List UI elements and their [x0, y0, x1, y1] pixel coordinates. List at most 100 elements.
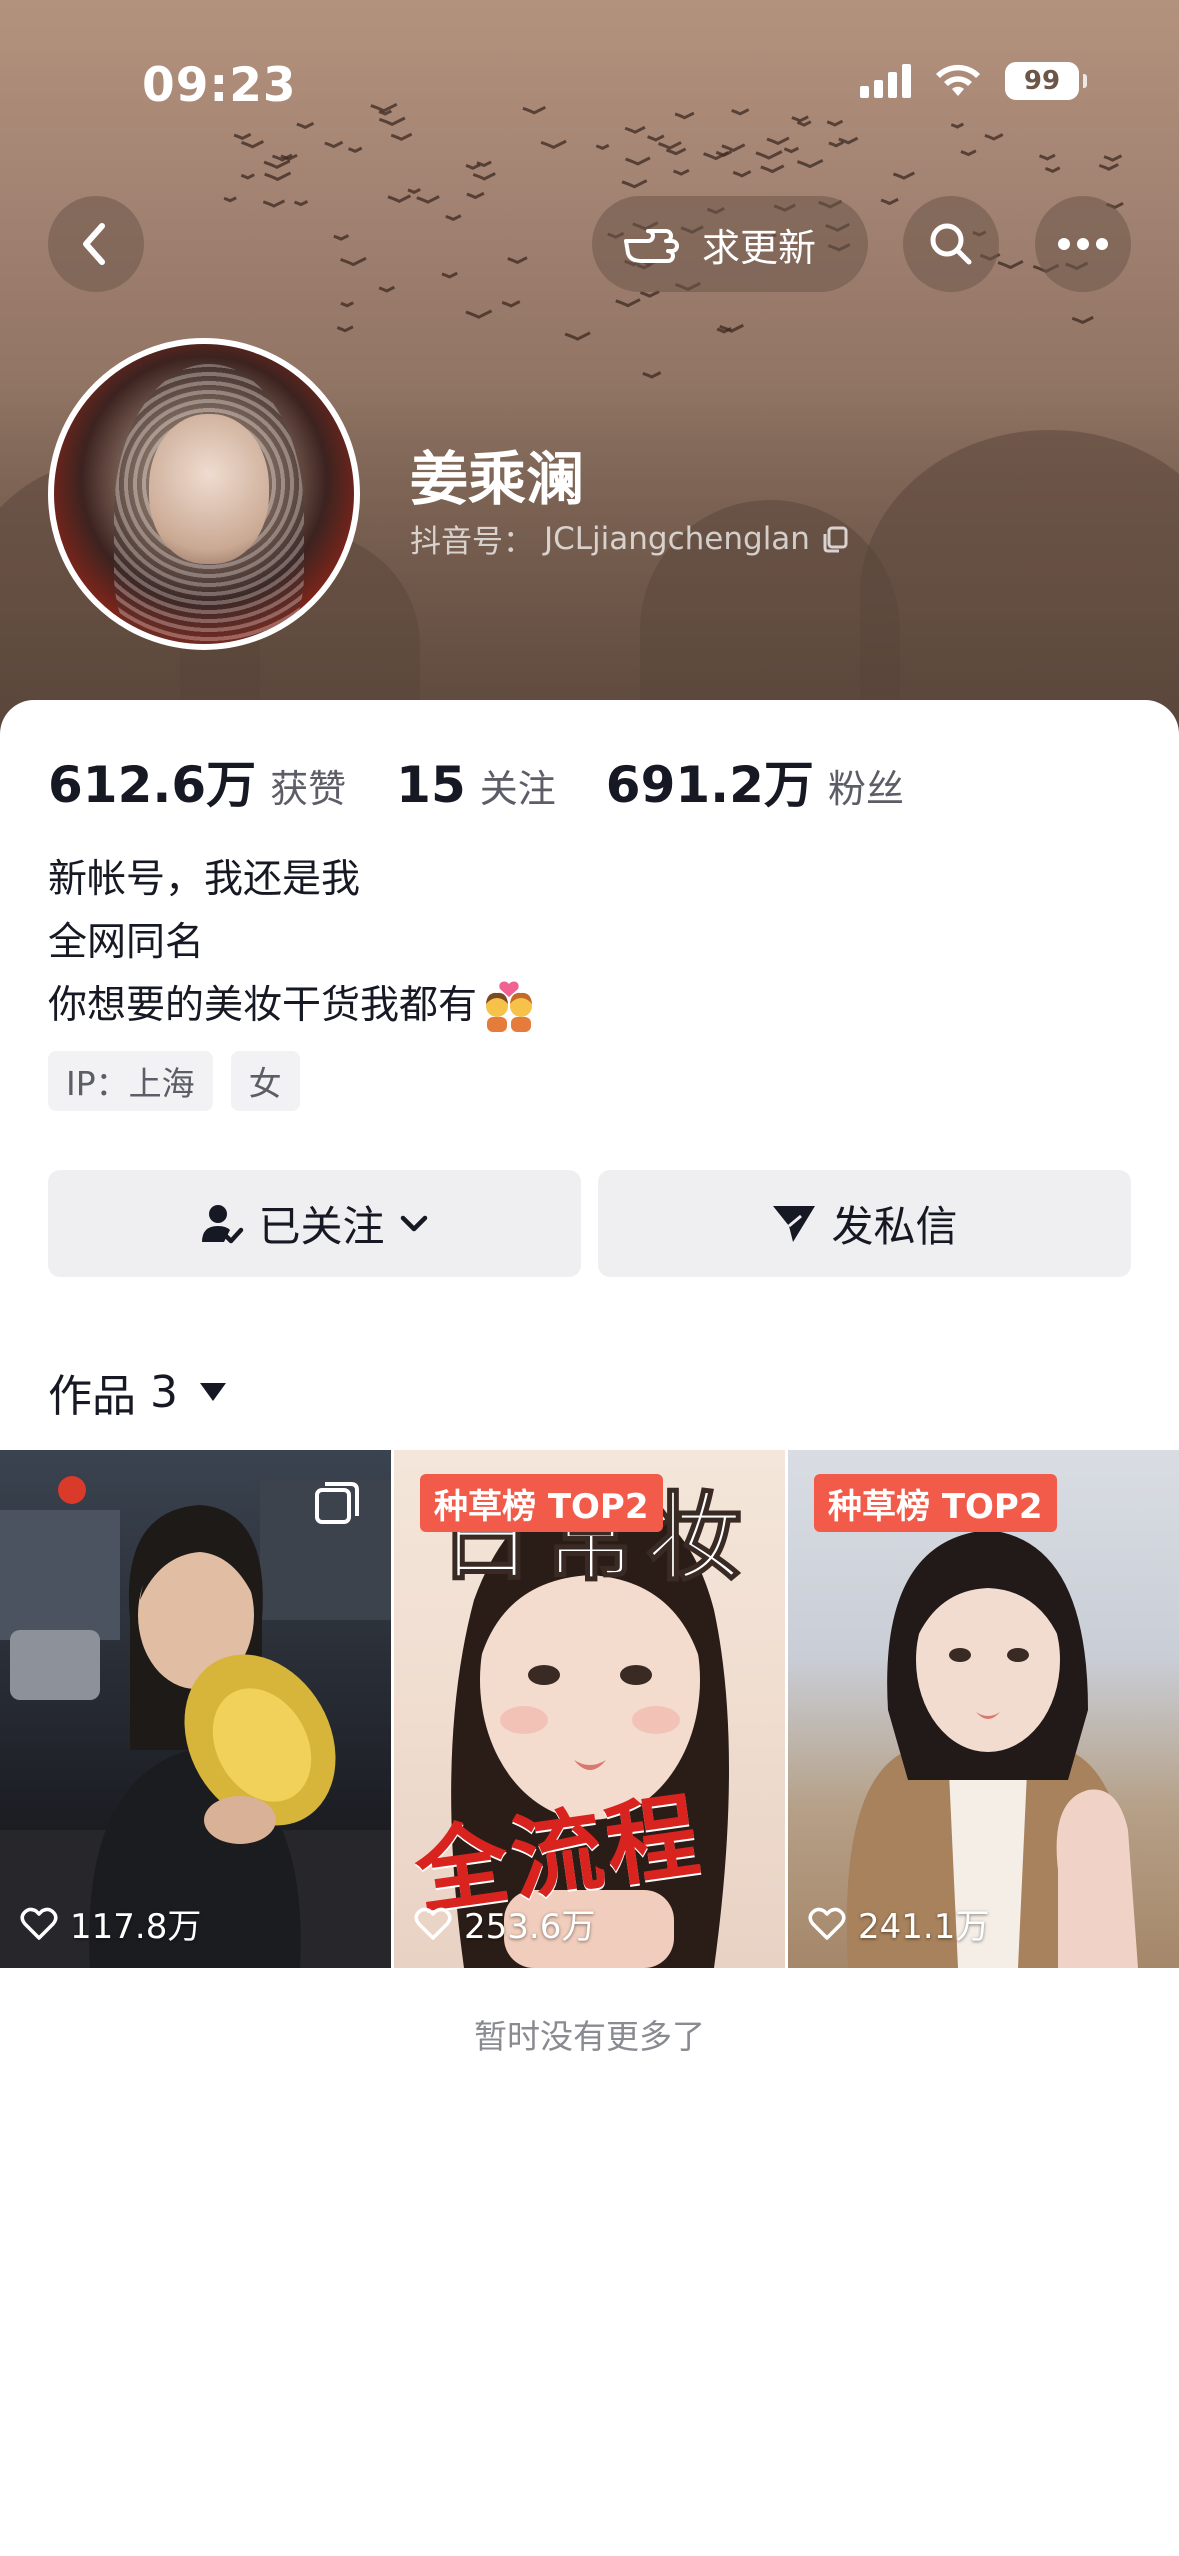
bird-silhouette — [658, 141, 682, 150]
likes-value: 117.8万 — [70, 1907, 202, 1947]
following-label: 关注 — [479, 767, 556, 811]
bird-silhouette — [595, 143, 610, 151]
bird-silhouette — [476, 160, 492, 168]
bird-silhouette — [370, 102, 398, 113]
couple-with-heart-emoji — [486, 981, 533, 1032]
search-icon — [930, 223, 972, 265]
bird-silhouette — [540, 139, 567, 150]
bird-silhouette — [731, 108, 750, 116]
bird-silhouette — [783, 146, 800, 154]
likes-value: 253.6万 — [464, 1907, 596, 1947]
works-label: 作品 — [48, 1371, 136, 1422]
profile-name: 姜乘澜 — [410, 445, 585, 513]
bird-silhouette — [615, 298, 641, 308]
bird-silhouette — [223, 196, 237, 203]
bird-silhouette — [262, 199, 286, 208]
bird-silhouette — [732, 170, 752, 178]
back-button[interactable] — [48, 196, 144, 292]
bird-silhouette — [796, 158, 824, 169]
bird-silhouette — [240, 173, 255, 180]
chevron-down-icon — [400, 1215, 427, 1231]
bird-silhouette — [791, 115, 809, 123]
battery-indicator: 99 — [1005, 62, 1087, 100]
bird-silhouette — [241, 140, 265, 149]
likes-count[interactable]: 612.6万 — [48, 745, 256, 817]
douyin-id-label: 抖音号： — [410, 524, 534, 560]
bird-silhouette — [340, 301, 354, 308]
bird-silhouette — [997, 259, 1024, 270]
bird-silhouette — [984, 133, 1004, 141]
more-button[interactable] — [1035, 196, 1131, 292]
bird-silhouette — [263, 159, 291, 169]
video-likes: 241.1万 — [808, 1899, 989, 1948]
video-thumbnail-3[interactable]: 种草榜 TOP2 241.1万 — [788, 1450, 1179, 1968]
bird-silhouette — [1071, 315, 1094, 325]
bird-silhouette — [378, 116, 406, 127]
bird-silhouette — [647, 134, 665, 142]
search-button[interactable] — [903, 196, 999, 292]
bird-silhouette — [466, 191, 485, 200]
followers-count[interactable]: 691.2万 — [606, 745, 814, 817]
followers-label: 粉丝 — [827, 767, 904, 811]
signal-icon — [860, 64, 911, 98]
bird-silhouette — [407, 187, 421, 195]
works-grid: 117.8万 日常妆 全流程 种草榜 TOP2 253.6万 种草榜 TOP2 … — [0, 1450, 1179, 1968]
bird-silhouette — [340, 256, 367, 267]
bird-silhouette — [828, 140, 844, 148]
bird-silhouette — [507, 256, 528, 265]
works-tab[interactable]: 作品 3 — [48, 1360, 226, 1424]
bird-silhouette — [264, 171, 292, 182]
video-thumbnail-1[interactable]: 117.8万 — [0, 1450, 391, 1968]
bird-silhouette — [1039, 153, 1056, 161]
profile-tags: IP：上海 女 — [48, 1051, 300, 1111]
more-icon — [1058, 238, 1108, 250]
avatar[interactable] — [48, 338, 360, 650]
send-message-button[interactable]: 发私信 — [598, 1170, 1131, 1277]
request-update-button[interactable]: 求更新 — [592, 196, 868, 292]
bird-silhouette — [672, 168, 690, 176]
bird-silhouette — [625, 156, 651, 166]
paper-plane-icon — [773, 1205, 816, 1242]
ip-location-tag: IP：上海 — [48, 1051, 213, 1111]
bird-silhouette — [233, 132, 252, 141]
caret-down-icon — [200, 1383, 226, 1401]
bird-silhouette — [501, 300, 521, 308]
bird-silhouette — [324, 140, 344, 149]
heart-icon — [414, 1907, 452, 1940]
copy-icon[interactable] — [820, 524, 850, 554]
bird-silhouette — [465, 163, 481, 170]
user-check-icon — [202, 1204, 244, 1243]
chevron-left-icon — [83, 223, 105, 265]
video-thumbnail-2[interactable]: 日常妆 全流程 种草榜 TOP2 253.6万 — [394, 1450, 785, 1968]
likes-label: 获赞 — [270, 767, 347, 811]
bird-silhouette — [296, 121, 315, 130]
ranking-badge: 种草榜 TOP2 — [814, 1474, 1057, 1532]
status-time: 09:23 — [142, 58, 297, 113]
following-count[interactable]: 15 — [396, 756, 466, 814]
bird-silhouette — [674, 111, 695, 120]
following-button[interactable]: 已关注 — [48, 1170, 581, 1277]
bird-silhouette — [624, 125, 646, 134]
bird-silhouette — [766, 136, 790, 146]
bio-line: 你想要的美妆干货我都有 — [48, 983, 478, 1028]
status-icons: 99 — [860, 62, 1087, 100]
likes-value: 241.1万 — [858, 1907, 990, 1947]
bird-silhouette — [336, 325, 354, 333]
bio-line: 全网同名 — [48, 920, 205, 965]
bird-silhouette — [348, 146, 363, 153]
bio-line: 新帐号，我还是我 — [48, 857, 361, 902]
wifi-icon — [936, 64, 980, 96]
bird-silhouette — [755, 150, 783, 160]
bird-silhouette — [294, 200, 309, 207]
bio: 新帐号，我还是我 全网同名 你想要的美妆干货我都有 — [48, 848, 537, 1037]
bird-silhouette — [387, 194, 412, 204]
send-message-label: 发私信 — [831, 1202, 958, 1251]
multi-image-icon — [315, 1482, 359, 1524]
bird-silhouette — [416, 195, 440, 204]
bird-silhouette — [441, 271, 458, 279]
bird-silhouette — [1098, 163, 1119, 171]
douyin-id[interactable]: 抖音号： JCLjiangchenglan — [410, 516, 850, 561]
request-update-label: 求更新 — [702, 225, 817, 270]
bird-silhouette — [796, 120, 812, 127]
bird-silhouette — [760, 164, 785, 174]
